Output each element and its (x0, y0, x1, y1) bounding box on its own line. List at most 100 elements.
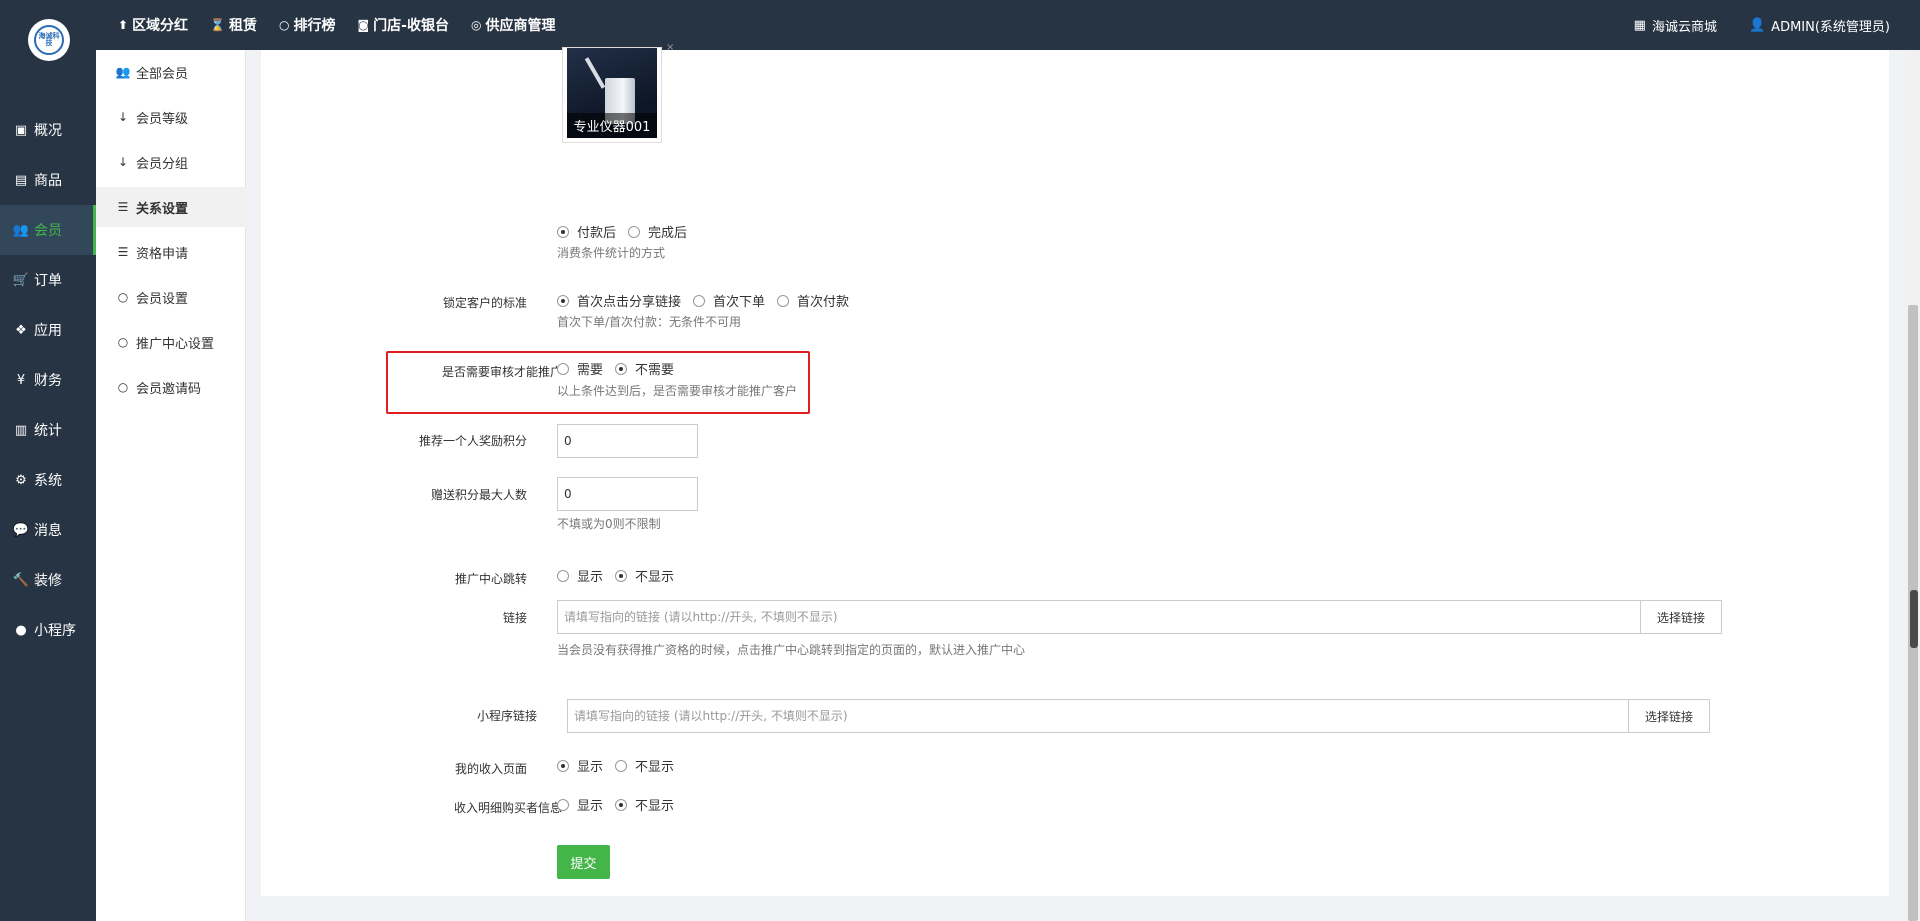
reward-points-input[interactable] (557, 424, 698, 458)
reward-points-label: 推荐一个人奖励积分 (418, 434, 527, 448)
consume-stat-help: 消费条件统计的方式 (557, 246, 666, 260)
lock-standard-radios: 首次点击分享链接 首次下单 首次付款 (557, 291, 861, 310)
max-people-input[interactable] (557, 477, 698, 511)
sidebar-item-orders[interactable]: 🛒 订单 (0, 255, 96, 305)
radio-dot (615, 798, 628, 811)
radio-buyer-hide[interactable]: 不显示 (615, 795, 674, 814)
topnav-item-store-cashier[interactable]: ◙ 门店-收银台 (358, 15, 449, 35)
topnav-item-ranking[interactable]: ○ 排行榜 (279, 15, 335, 35)
select-mini-link-button[interactable]: 选择链接 (1629, 699, 1710, 733)
radio-jump-hide[interactable]: 不显示 (615, 566, 674, 585)
radio-dot (557, 362, 569, 375)
sliders-icon: ☰ (117, 200, 129, 214)
radio-no-review[interactable]: 不需要 (615, 359, 674, 378)
subnav-item-relation-settings[interactable]: ☰ 关系设置 (96, 187, 246, 227)
top-navbar: 海诚科技 ⬆ 区域分红 ⌛ 租赁 ○ 排行榜 ◙ 门店-收银台 ◎ 供应商管理 ▦ 海诚云商… (0, 0, 1920, 61)
max-people-help: 不填或为0则不限制 (557, 517, 661, 531)
close-icon[interactable]: × (666, 42, 674, 53)
sidebar-item-decoration[interactable]: 🔨 装修 (0, 555, 96, 605)
radio-dot (777, 294, 790, 307)
radio-dot (557, 798, 569, 811)
need-review-label: 是否需要审核才能推广 (441, 365, 562, 379)
radio-after-payment[interactable]: 付款后 (557, 222, 616, 241)
circle-o-icon: ○ (117, 380, 129, 394)
hourglass-icon: ⌛ (210, 18, 226, 32)
link-input[interactable] (557, 600, 1641, 634)
user-menu[interactable]: 👤 ADMIN(系统管理员) (1749, 16, 1890, 35)
top-right-menu: ▦ 海诚云商城 👤 ADMIN(系统管理员) (1602, 0, 1890, 50)
sidebar-item-finance[interactable]: ¥ 财务 (0, 355, 96, 405)
mini-link-input[interactable] (567, 699, 1629, 733)
radio-first-order[interactable]: 首次下单 (693, 291, 765, 310)
user-icon: 👤 (1748, 17, 1766, 33)
gears-icon: ⚙ (15, 472, 27, 488)
radio-dot (557, 759, 569, 772)
select-link-button[interactable]: 选择链接 (1641, 600, 1722, 634)
sidebar-item-members[interactable]: 👥 会员 (0, 205, 96, 255)
gavel-icon: 🔨 (12, 572, 30, 588)
sidebar-item-goods[interactable]: ▤ 商品 (0, 155, 96, 205)
pin-icon: ⬆ (118, 18, 129, 32)
cubes-icon: ❖ (15, 322, 27, 338)
link-help: 当会员没有获得推广资格的时候，点击推广中心跳转到指定的页面的，默认进入推广中心 (557, 643, 1026, 657)
shop-link[interactable]: ▦ 海诚云商城 (1634, 16, 1717, 35)
subnav-item-member-level[interactable]: ↓ 会员等级 (96, 97, 246, 137)
center-jump-radios: 显示 不显示 (557, 566, 686, 585)
income-page-radios: 显示 不显示 (557, 756, 686, 775)
main-sidebar: ▣ 概况 ▤ 商品 👥 会员 🛒 订单 ❖ 应用 ¥ 财务 ▥ 统计 ⚙ 系统 💬 消息 🔨 装修 … (0, 50, 96, 921)
link-label: 链接 (502, 611, 527, 625)
radio-buyer-show[interactable]: 显示 (557, 795, 603, 814)
subnav-item-member-group[interactable]: ↓ 会员分组 (96, 142, 246, 182)
circle-o-icon: ○ (117, 335, 129, 349)
sliders-icon: ☰ (117, 245, 129, 259)
topnav-item-region-dividend[interactable]: ⬆ 区域分红 (118, 15, 188, 35)
users-icon: 👥 (115, 65, 131, 79)
topnav-item-lease[interactable]: ⌛ 租赁 (210, 15, 257, 35)
circle-icon: ○ (279, 18, 290, 32)
income-page-label: 我的收入页面 (454, 762, 527, 776)
yen-icon: ¥ (16, 372, 26, 388)
subnav-item-promo-center-settings[interactable]: ○ 推广中心设置 (96, 322, 246, 362)
subnav-item-all-members[interactable]: 👥 全部会员 (96, 52, 246, 92)
radio-first-share-click[interactable]: 首次点击分享链接 (557, 291, 681, 310)
mini-link-label: 小程序链接 (476, 709, 537, 723)
sort-amount-icon: ↓ (117, 110, 129, 124)
radio-income-show[interactable]: 显示 (557, 756, 603, 775)
center-jump-label: 推广中心跳转 (454, 572, 527, 586)
product-caption: 专业仪器001 (567, 113, 657, 138)
brand-logo[interactable]: 海诚科技 (28, 19, 70, 61)
dashboard-grid-icon: ▦ (1633, 17, 1646, 33)
max-people-label: 赠送积分最大人数 (430, 488, 527, 502)
sidebar-item-stats[interactable]: ▥ 统计 (0, 405, 96, 455)
lock-standard-help: 首次下单/首次付款：无条件不可用 (557, 315, 742, 329)
sort-alpha-icon: ↓ (117, 155, 129, 169)
sidebar-item-miniprogram[interactable]: ● 小程序 (0, 605, 96, 655)
sidebar-item-system[interactable]: ⚙ 系统 (0, 455, 96, 505)
top-nav: ⬆ 区域分红 ⌛ 租赁 ○ 排行榜 ◙ 门店-收银台 ◎ 供应商管理 (118, 0, 577, 50)
radio-dot (557, 294, 569, 307)
topnav-item-supplier[interactable]: ◎ 供应商管理 (471, 15, 555, 35)
comment-icon: 💬 (12, 522, 30, 538)
radio-after-complete[interactable]: 完成后 (628, 222, 687, 241)
subnav-item-member-settings[interactable]: ○ 会员设置 (96, 277, 246, 317)
submit-button[interactable]: 提交 (557, 845, 610, 879)
radio-income-hide[interactable]: 不显示 (615, 756, 674, 775)
sidebar-item-apps[interactable]: ❖ 应用 (0, 305, 96, 355)
cart-icon: 🛒 (12, 272, 30, 288)
radio-dot (557, 569, 569, 582)
sidebar-item-overview[interactable]: ▣ 概况 (0, 105, 96, 155)
radio-first-payment[interactable]: 首次付款 (777, 291, 849, 310)
dashboard-icon: ▣ (14, 122, 28, 138)
sidebar-item-messages[interactable]: 💬 消息 (0, 505, 96, 555)
subnav-item-invite-code[interactable]: ○ 会员邀请码 (96, 367, 246, 407)
machine-arm-shape (584, 57, 606, 89)
product-thumbnail[interactable]: 专业仪器001 (562, 47, 662, 143)
radio-jump-show[interactable]: 显示 (557, 566, 603, 585)
need-review-radios: 需要 不需要 (557, 359, 686, 378)
need-review-help: 以上条件达到后，是否需要审核才能推广客户 (557, 384, 798, 398)
camera-icon: ◙ (357, 18, 370, 32)
wechat-icon: ● (15, 622, 27, 638)
radio-dot (615, 362, 628, 375)
subnav-item-qualification-apply[interactable]: ☰ 资格申请 (96, 232, 246, 272)
radio-need-review[interactable]: 需要 (557, 359, 603, 378)
